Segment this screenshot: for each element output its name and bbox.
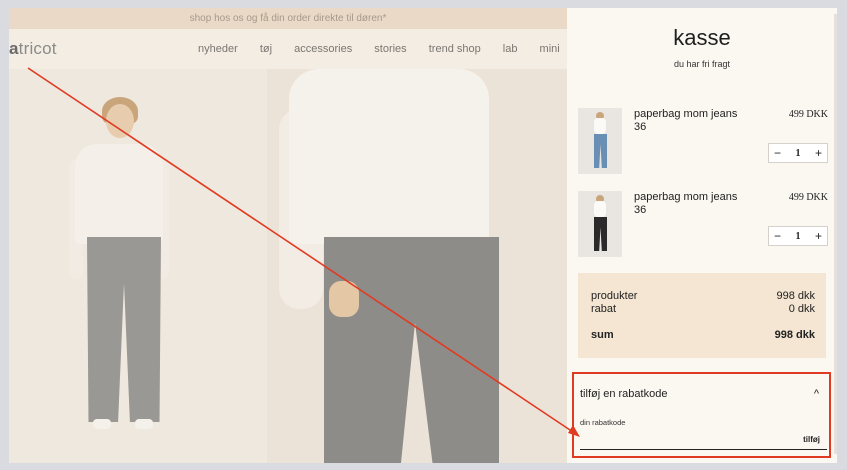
cart-item-thumbnail[interactable] (578, 191, 622, 257)
summary-row-discount: rabat 0 dkk (591, 303, 815, 315)
cart-item-size: 36 (634, 204, 647, 216)
brand-logo-text: tricot (18, 39, 57, 58)
summary-total-label: sum (591, 329, 614, 341)
cart-subtitle: du har fri fragt (673, 59, 731, 69)
cart-item: paperbag mom jeans 36 499 DKK − 1 + (578, 191, 828, 261)
summary-row-products: produkter 998 dkk (591, 290, 815, 302)
summary-total-value: 998 dkk (774, 329, 815, 341)
thumbnail-model-top (594, 118, 606, 134)
cart-item-name[interactable]: paperbag mom jeans (634, 108, 737, 121)
coupon-code-input[interactable] (580, 430, 827, 450)
coupon-section: tilføj en rabatkode ^ din rabatkode tilf… (572, 372, 831, 458)
summary-products-value: 998 dkk (776, 290, 815, 302)
summary-row-total: sum 998 dkk (591, 329, 815, 341)
quantity-stepper: − 1 + (768, 226, 828, 246)
cart-item-price: 499 DKK (788, 192, 828, 203)
model-1-jeans (87, 237, 161, 422)
nav-link-toj[interactable]: tøj (260, 43, 272, 55)
model-1-shoe-right (135, 419, 153, 429)
apply-coupon-button[interactable]: tilføj (803, 435, 820, 444)
summary-products-label: produkter (591, 290, 638, 302)
model-1-head (106, 104, 134, 138)
thumbnail-model-jeans (594, 134, 607, 168)
cart-scrollbar[interactable] (834, 14, 837, 454)
nav-link-accessories[interactable]: accessories (294, 43, 352, 55)
model-1-top (75, 144, 163, 244)
cart-item: paperbag mom jeans 36 499 DKK − 1 + (578, 108, 828, 178)
minus-icon[interactable]: − (774, 146, 781, 160)
minus-icon[interactable]: − (774, 229, 781, 243)
order-summary: produkter 998 dkk rabat 0 dkk sum 998 dk… (578, 273, 826, 358)
thumbnail-model-top (594, 201, 606, 217)
cart-item-thumbnail[interactable] (578, 108, 622, 174)
nav-link-trend-shop[interactable]: trend shop (429, 43, 481, 55)
nav-links: nyheder tøj accessories stories trend sh… (198, 43, 579, 55)
brand-logo-bold: a (9, 39, 19, 58)
nav-link-nyheder[interactable]: nyheder (198, 43, 238, 55)
quantity-value: 1 (795, 147, 801, 159)
top-navigation: atricot nyheder tøj accessories stories … (9, 29, 567, 69)
nav-link-stories[interactable]: stories (374, 43, 406, 55)
summary-discount-label: rabat (591, 303, 617, 315)
cart-item-name[interactable]: paperbag mom jeans (634, 191, 737, 204)
coupon-heading[interactable]: tilføj en rabatkode (580, 388, 667, 400)
nav-link-lab[interactable]: lab (503, 43, 518, 55)
cart-item-price: 499 DKK (788, 109, 828, 120)
cart-item-size: 36 (634, 121, 647, 133)
thumbnail-model-jeans (594, 217, 607, 251)
cart-panel: kasse du har fri fragt paperbag mom jean… (567, 8, 837, 463)
quantity-stepper: − 1 + (768, 143, 828, 163)
hero-image (9, 69, 567, 463)
plus-icon[interactable]: + (815, 146, 822, 160)
nav-link-mini[interactable]: mini (540, 43, 560, 55)
model-2-top (289, 69, 489, 244)
quantity-value: 1 (795, 230, 801, 242)
plus-icon[interactable]: + (815, 229, 822, 243)
model-2-hand (329, 281, 359, 317)
summary-discount-value: 0 dkk (788, 303, 815, 315)
chevron-up-icon[interactable]: ^ (814, 388, 819, 400)
brand-logo[interactable]: atricot (9, 39, 57, 59)
announcement-bar: shop hos os og få din order direkte til … (9, 8, 567, 29)
coupon-field-label: din rabatkode (580, 418, 626, 427)
model-1-shoe-left (93, 419, 111, 429)
browser-viewport: shop hos os og få din order direkte til … (9, 8, 837, 463)
cart-title: kasse (673, 25, 731, 50)
